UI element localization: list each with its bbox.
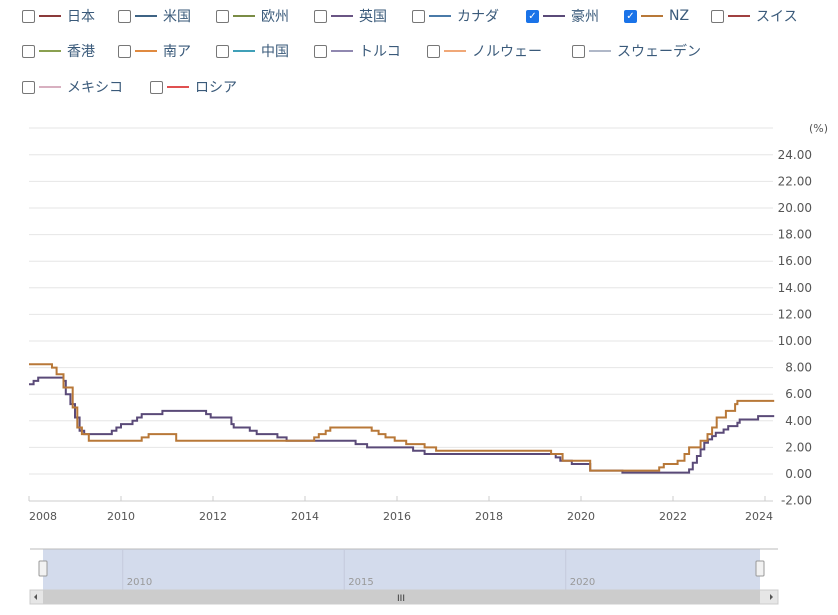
y-tick-label: 6.00 [785,387,812,401]
x-tick-label: 2018 [475,510,503,523]
x-tick-label: 2020 [567,510,595,523]
y-tick-label: 16.00 [778,254,812,268]
y-axis-label: (%) [809,122,828,135]
y-tick-label: 12.00 [778,307,812,321]
series-line-豪州 [29,376,775,474]
x-tick-label: 2014 [291,510,319,523]
y-tick-label: 4.00 [785,414,812,428]
scrollbar-grip: III [397,594,405,604]
x-tick-label: 2008 [29,510,57,523]
x-tick-label: 2012 [199,510,227,523]
y-tick-label: 20.00 [778,201,812,215]
navigator-handle[interactable] [755,560,765,577]
chart: 24.00 22.00 20.00 18.00 16.00 14.00 12.00 10.00… [28,122,828,605]
x-tick-label: 2022 [659,510,687,523]
navigator-label: 2010 [127,577,152,588]
x-tick-label: 2016 [383,510,411,523]
y-tick-label: 2.00 [785,440,812,454]
navigator-handle[interactable] [38,560,48,577]
y-tick-label: -2.00 [781,494,812,508]
navigator-label: 2020 [570,577,595,588]
y-tick-label: 18.00 [778,228,812,242]
y-tick-label: 14.00 [778,281,812,295]
y-tick-label: 0.00 [785,467,812,481]
y-tick-label: 22.00 [778,174,812,188]
y-tick-label: 24.00 [778,148,812,162]
y-tick-label: 10.00 [778,334,812,348]
x-tick-label: 2024 [745,510,773,523]
navigator-label: 2015 [348,577,373,588]
x-tick-label: 2010 [107,510,135,523]
y-tick-label: 8.00 [785,361,812,375]
